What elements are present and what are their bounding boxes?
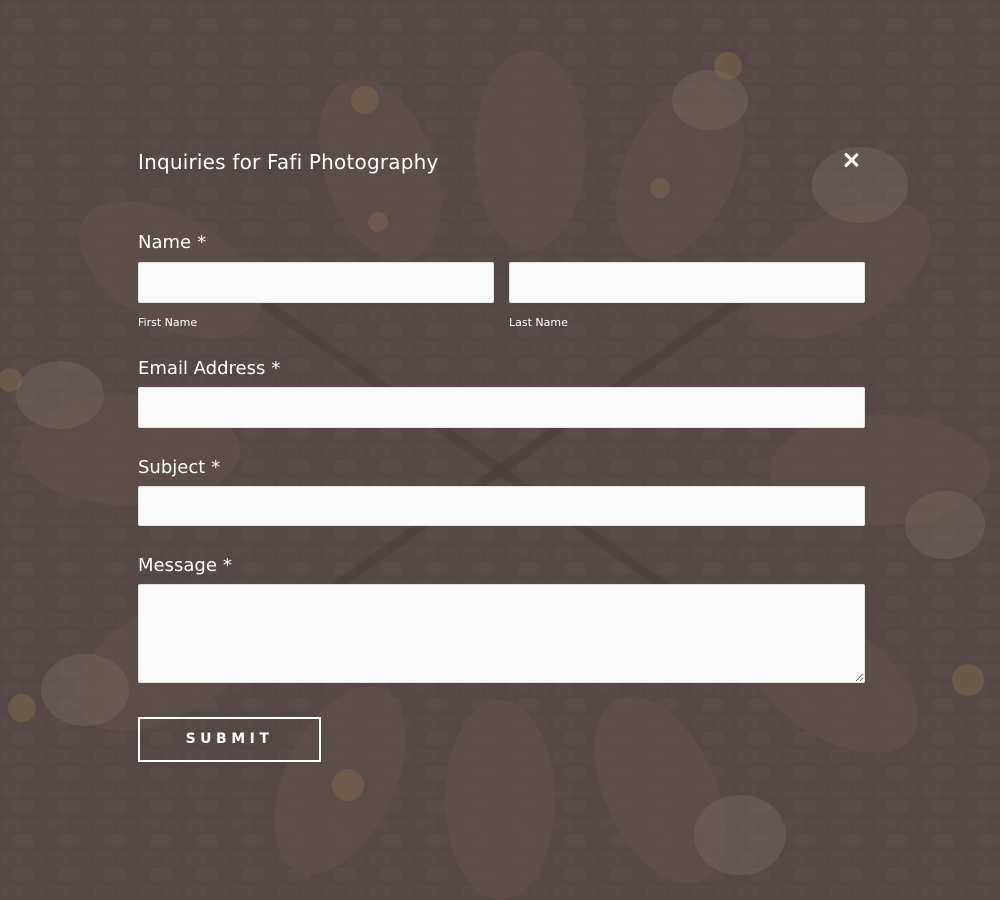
close-icon[interactable] — [843, 152, 859, 168]
modal-overlay[interactable] — [0, 0, 1000, 900]
subject-input[interactable] — [138, 486, 865, 526]
name-label: Name * — [138, 232, 206, 253]
modal-header: Inquiries for Fafi Photography — [138, 140, 865, 186]
last-name-sublabel: Last Name — [509, 316, 568, 329]
email-label-text: Email Address — [138, 358, 266, 379]
first-name-input[interactable] — [138, 262, 494, 303]
inquiry-form-modal: Inquiries for Fafi Photography Name * Fir… — [138, 140, 865, 762]
subject-label-text: Subject — [138, 457, 206, 478]
subject-label: Subject * — [138, 457, 220, 478]
last-name-input[interactable] — [509, 262, 865, 303]
email-field[interactable] — [138, 387, 865, 428]
subject-required-mark: * — [211, 457, 221, 478]
name-label-text: Name — [138, 232, 192, 253]
modal-title: Inquiries for Fafi Photography — [138, 150, 439, 174]
message-label: Message * — [138, 555, 232, 576]
email-required-mark: * — [271, 358, 281, 379]
submit-button[interactable]: SUBMIT — [138, 717, 321, 762]
message-textarea[interactable] — [138, 584, 865, 683]
email-label: Email Address * — [138, 358, 280, 379]
page: Inquiries for Fafi Photography Name * Fir… — [0, 0, 1000, 900]
message-label-text: Message — [138, 555, 217, 576]
first-name-sublabel: First Name — [138, 316, 198, 329]
message-required-mark: * — [222, 555, 232, 576]
name-required-mark: * — [197, 232, 207, 253]
